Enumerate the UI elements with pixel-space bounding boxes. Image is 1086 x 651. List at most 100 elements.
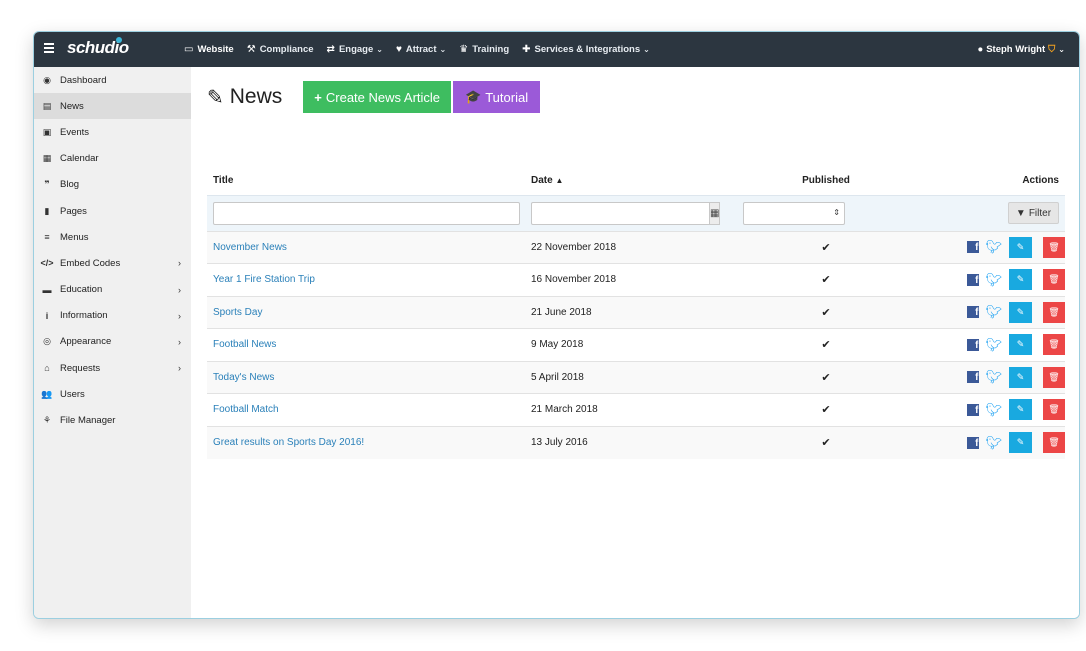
twitter-share-icon[interactable]: 🐦︎ (985, 337, 1002, 353)
bars-icon: ≡ (44, 232, 50, 243)
article-title-link[interactable]: November News (213, 242, 287, 253)
create-news-article-button[interactable]: + Create News Article (303, 81, 452, 113)
trophy-icon: ♛ (459, 44, 469, 55)
page-title: News (229, 85, 283, 108)
calendar-icon[interactable]: ▦ (710, 201, 721, 225)
sidebar-item-education[interactable]: ▬ Education › (34, 277, 191, 303)
sidebar-item-news[interactable]: ▤ News (34, 93, 191, 120)
sidebar-item-label: File Manager (60, 415, 116, 427)
nav-attract[interactable]: ♥ Attract ⌄ (396, 44, 446, 55)
facebook-share-icon[interactable]: f (967, 436, 980, 449)
table-row: Football News 9 May 2018 ✔ f 🐦︎ ✎ 🗑︎ (207, 328, 1065, 361)
article-title-link[interactable]: Sports Day (213, 307, 262, 318)
puzzle-icon: ✚ (522, 44, 531, 55)
hamburger-menu-icon[interactable] (44, 43, 54, 53)
edit-button[interactable]: ✎ (1009, 399, 1032, 421)
create-label: Create News Article (325, 89, 441, 105)
user-name: Steph Wright (986, 44, 1046, 55)
twitter-share-icon[interactable]: 🐦︎ (985, 435, 1002, 451)
edit-button[interactable]: ✎ (1009, 366, 1032, 388)
sidebar-item-calendar[interactable]: ▦ Calendar (34, 146, 191, 172)
delete-button[interactable]: 🗑︎ (1043, 399, 1065, 421)
delete-button[interactable]: 🗑︎ (1043, 236, 1065, 258)
sidebar-item-menus[interactable]: ≡ Menus (34, 224, 191, 250)
twitter-share-icon[interactable]: 🐦︎ (985, 402, 1002, 418)
chevron-right-icon: › (178, 284, 181, 295)
delete-button[interactable]: 🗑︎ (1043, 269, 1065, 291)
nav-website[interactable]: ▭ Website (184, 44, 234, 55)
sidebar-item-appearance[interactable]: ◎ Appearance › (34, 329, 191, 355)
published-check-icon: ✔ (743, 328, 909, 361)
tutorial-button[interactable]: 🎓 Tutorial (453, 81, 541, 113)
delete-button[interactable]: 🗑︎ (1043, 334, 1065, 356)
article-title-link[interactable]: Football News (213, 339, 276, 350)
sidebar-item-embed-codes[interactable]: </> Embed Codes › (34, 250, 191, 276)
edit-button[interactable]: ✎ (1009, 301, 1032, 323)
app-window: schudio ▭ Website ⚒ Compliance ⇄ Engage ⌄ ♥ A… (33, 31, 1080, 619)
nav-compliance[interactable]: ⚒ Compliance (247, 44, 314, 55)
sidebar-item-blog[interactable]: ❞ Blog (34, 172, 191, 198)
twitter-share-icon[interactable]: 🐦︎ (985, 272, 1002, 288)
nav-engage[interactable]: ⇄ Engage ⌄ (327, 44, 383, 55)
sidebar-item-requests[interactable]: ⌂ Requests › (34, 355, 191, 381)
facebook-share-icon[interactable]: f (967, 338, 980, 351)
nav-label: Services & Integrations (534, 44, 641, 55)
table-row: Sports Day 21 June 2018 ✔ f 🐦︎ ✎ 🗑︎ (207, 295, 1065, 329)
sidebar-item-label: Appearance (60, 336, 112, 348)
edit-button[interactable]: ✎ (1009, 432, 1032, 453)
sidebar-item-information[interactable]: i Information › (34, 303, 191, 329)
published-filter-select[interactable]: ⇕ (743, 201, 845, 225)
quote-icon: ❞ (44, 179, 50, 190)
facebook-share-icon[interactable]: f (967, 273, 980, 286)
sidebar-item-label: Events (60, 126, 90, 138)
nav-label: Compliance (259, 44, 314, 55)
article-title-link[interactable]: Great results on Sports Day 2016! (213, 437, 364, 448)
page-header: ✎ News + Create News Article 🎓 Tutorial (207, 81, 541, 113)
main-content: ✎ News + Create News Article 🎓 Tutorial Ti… (191, 67, 1079, 618)
date-filter-input[interactable] (531, 201, 710, 225)
sidebar-item-label: Calendar (60, 153, 99, 165)
sidebar-item-dashboard[interactable]: ◉ Dashboard (34, 67, 191, 93)
edit-button[interactable]: ✎ (1009, 269, 1032, 291)
article-title-link[interactable]: Today's News (213, 372, 274, 383)
news-table: Title Date ▲ Published Actions ▦ ⇕ ▼ Filt… (207, 167, 1065, 459)
title-filter-input[interactable] (213, 201, 520, 225)
user-menu[interactable]: ● Steph Wright ⛉ ⌄ (977, 32, 1065, 67)
facebook-share-icon[interactable]: f (967, 241, 980, 254)
delete-button[interactable]: 🗑︎ (1043, 301, 1065, 323)
sidebar-item-file-manager[interactable]: ⚘ File Manager (34, 407, 191, 433)
edit-button[interactable]: ✎ (1009, 334, 1032, 356)
users-icon: 👥 (41, 388, 53, 399)
facebook-share-icon[interactable]: f (967, 371, 980, 384)
article-title-link[interactable]: Year 1 Fire Station Trip (213, 274, 315, 285)
table-row: Football Match 21 March 2018 ✔ f 🐦︎ ✎ 🗑︎ (207, 393, 1065, 426)
nav-services-integrations[interactable]: ✚ Services & Integrations ⌄ (522, 44, 650, 55)
filter-button[interactable]: ▼ Filter (1008, 202, 1059, 224)
chevron-right-icon: › (178, 336, 181, 347)
delete-button[interactable]: 🗑︎ (1043, 432, 1065, 453)
chevron-right-icon: › (178, 258, 181, 269)
facebook-share-icon[interactable]: f (967, 306, 980, 319)
twitter-share-icon[interactable]: 🐦︎ (985, 369, 1002, 385)
chevron-down-icon: ⌄ (376, 45, 383, 54)
published-check-icon: ✔ (743, 360, 909, 394)
sidebar-item-users[interactable]: 👥 Users (34, 381, 191, 407)
table-row: Today's News 5 April 2018 ✔ f 🐦︎ ✎ 🗑︎ (207, 360, 1065, 394)
col-title-header[interactable]: Title (207, 167, 525, 195)
edit-button[interactable]: ✎ (1009, 236, 1032, 258)
filter-row: ▦ ⇕ ▼ Filter (207, 194, 1065, 231)
article-title-link[interactable]: Football Match (213, 404, 279, 415)
chevron-right-icon: › (178, 310, 181, 321)
delete-button[interactable]: 🗑︎ (1043, 366, 1065, 388)
twitter-share-icon[interactable]: 🐦︎ (985, 304, 1002, 320)
col-date-header[interactable]: Date ▲ (525, 167, 743, 195)
sidebar-item-events[interactable]: ▣ Events (34, 119, 191, 145)
sitemap-icon: ⚘ (42, 415, 52, 426)
twitter-share-icon[interactable]: 🐦︎ (985, 239, 1002, 255)
facebook-share-icon[interactable]: f (967, 403, 980, 416)
table-header-row: Title Date ▲ Published Actions (207, 167, 1065, 195)
file-icon: ▮ (44, 205, 50, 216)
sidebar-item-pages[interactable]: ▮ Pages (34, 198, 191, 224)
nav-training[interactable]: ♛ Training (459, 44, 509, 55)
published-check-icon: ✔ (743, 230, 909, 264)
